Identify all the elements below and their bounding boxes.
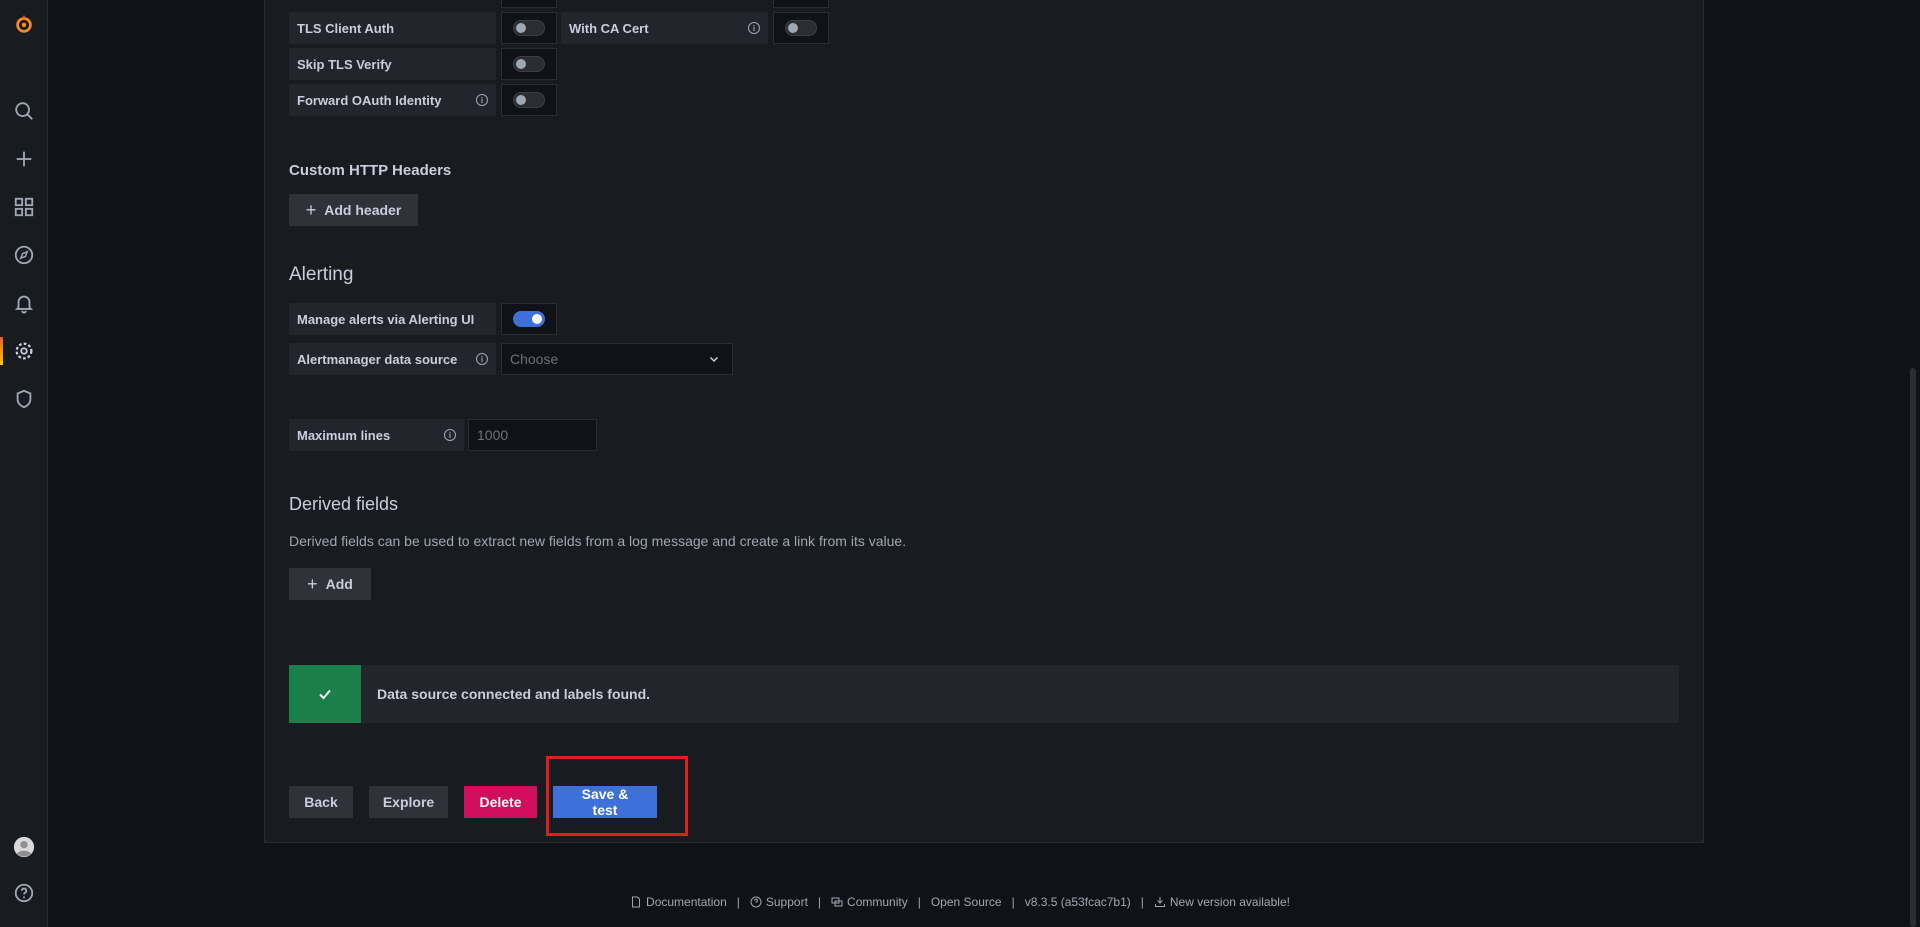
- maximum-lines-label: Maximum lines i: [289, 419, 464, 451]
- footer-new-version-link[interactable]: New version available!: [1154, 895, 1290, 909]
- with-ca-cert-toggle[interactable]: [773, 12, 829, 44]
- avatar[interactable]: [0, 827, 47, 867]
- footer-separator: |: [1140, 895, 1144, 909]
- maximum-lines-input[interactable]: 1000: [468, 419, 597, 451]
- document-icon: [632, 896, 641, 908]
- explore-icon[interactable]: [0, 235, 47, 275]
- status-alert: Data source connected and labels found.: [289, 665, 1679, 723]
- alertmanager-label: Alertmanager data source i: [289, 343, 496, 375]
- scrollbar[interactable]: [1910, 368, 1916, 927]
- footer-support-link[interactable]: Support: [750, 895, 808, 909]
- back-button[interactable]: Back: [289, 786, 353, 818]
- info-icon[interactable]: i: [476, 353, 488, 365]
- sidebar: [0, 0, 48, 927]
- info-icon[interactable]: i: [748, 22, 760, 34]
- configuration-icon[interactable]: [0, 331, 47, 371]
- alerting-icon[interactable]: [0, 283, 47, 323]
- footer-separator: |: [1011, 895, 1015, 909]
- add-derived-field-button[interactable]: + Add: [289, 568, 371, 600]
- manage-alerts-label: Manage alerts via Alerting UI: [289, 303, 496, 335]
- add-header-button[interactable]: + Add header: [289, 194, 418, 226]
- plus-icon: +: [305, 199, 317, 220]
- comments-icon: [831, 897, 843, 907]
- toggle-partial-2[interactable]: [773, 0, 829, 8]
- plus-icon[interactable]: [0, 139, 47, 179]
- footer-separator: |: [817, 895, 822, 909]
- grafana-logo[interactable]: [0, 4, 47, 44]
- status-message: Data source connected and labels found.: [377, 686, 651, 702]
- question-icon: [750, 896, 762, 908]
- shield-icon[interactable]: [0, 379, 47, 419]
- highlight-box: [546, 756, 688, 836]
- info-icon[interactable]: i: [444, 429, 456, 441]
- dashboards-icon[interactable]: [0, 187, 47, 227]
- footer-separator: |: [917, 895, 921, 909]
- delete-button[interactable]: Delete: [464, 786, 537, 818]
- forward-oauth-label: Forward OAuth Identity i: [289, 84, 496, 116]
- footer-community-link[interactable]: Community: [831, 895, 908, 909]
- custom-headers-title: Custom HTTP Headers: [289, 162, 452, 179]
- check-icon: [289, 665, 361, 723]
- footer-separator: |: [736, 895, 740, 909]
- footer-open-source-link[interactable]: Open Source: [931, 895, 1002, 909]
- forward-oauth-toggle[interactable]: [501, 84, 557, 116]
- footer-version: v8.3.5 (a53fcac7b1): [1024, 895, 1131, 909]
- with-ca-cert-label: With CA Cert i: [561, 12, 768, 44]
- manage-alerts-toggle[interactable]: [501, 303, 557, 335]
- tls-client-auth-toggle[interactable]: [501, 12, 557, 44]
- tls-client-auth-label: TLS Client Auth: [289, 12, 496, 44]
- explore-button[interactable]: Explore: [369, 786, 448, 818]
- alertmanager-select[interactable]: Choose: [501, 343, 733, 375]
- toggle-partial-1[interactable]: [501, 0, 557, 8]
- chevron-down-icon: [709, 356, 719, 363]
- alerting-title: Alerting: [289, 264, 354, 285]
- download-icon: [1154, 897, 1165, 907]
- skip-tls-verify-toggle[interactable]: [501, 48, 557, 80]
- footer-documentation-link[interactable]: Documentation: [630, 895, 727, 909]
- search-icon[interactable]: [0, 91, 47, 131]
- derived-fields-description: Derived fields can be used to extract ne…: [289, 533, 907, 549]
- info-icon[interactable]: i: [476, 94, 488, 106]
- skip-tls-verify-label: Skip TLS Verify: [289, 48, 496, 80]
- plus-icon: +: [307, 573, 318, 594]
- derived-fields-title: Derived fields: [289, 494, 399, 514]
- footer: Documentation | Support | Community | Op…: [0, 893, 1920, 911]
